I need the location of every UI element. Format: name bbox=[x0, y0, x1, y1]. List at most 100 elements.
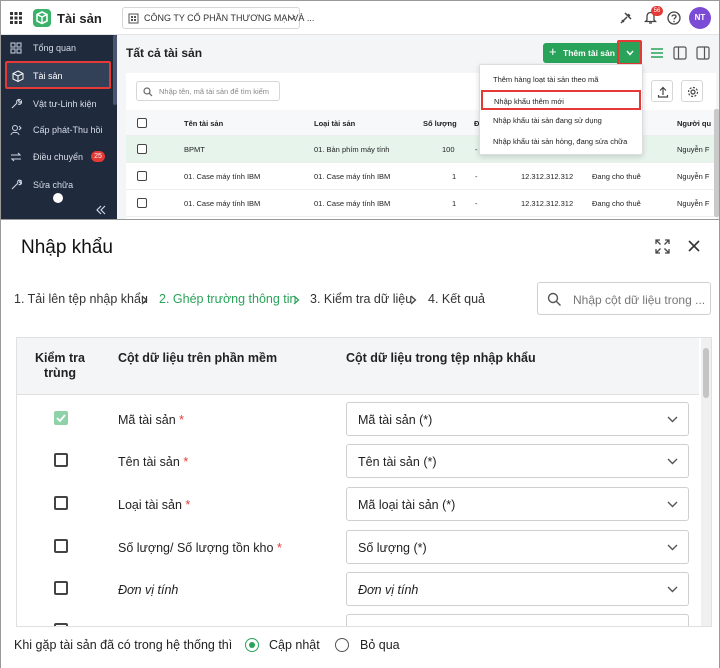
company-selector[interactable]: CÔNG TY CỔ PHẦN THƯƠNG MẠI VÀ ... bbox=[122, 7, 314, 29]
duplicate-check-checkbox[interactable] bbox=[54, 411, 68, 425]
select-all-checkbox[interactable] bbox=[137, 118, 147, 128]
mapping-row-partial bbox=[17, 611, 699, 626]
mapping-row: Số lượng/ Số lượng tồn kho * Số lượng (*… bbox=[17, 527, 699, 570]
table-scrollbar[interactable] bbox=[714, 109, 719, 217]
file-column-select[interactable]: Mã loại tài sản (*) bbox=[346, 487, 689, 521]
sidebar-item-transfer[interactable]: Điều chuyển 25 bbox=[1, 146, 117, 168]
help-icon[interactable] bbox=[667, 11, 681, 25]
chevron-right-icon bbox=[410, 295, 417, 305]
mapping-row: Loại tài sản * Mã loại tài sản (*) bbox=[17, 484, 699, 527]
selected-column: Mã loại tài sản (*) bbox=[358, 498, 456, 512]
scrollbar-thumb[interactable] bbox=[703, 348, 709, 398]
chevron-down-icon bbox=[667, 501, 678, 508]
sidebar: Tổng quan Tài sản Vật tư-Linh kiện Cấp p… bbox=[1, 35, 117, 219]
duplicate-check-checkbox[interactable] bbox=[54, 623, 68, 626]
duplicate-check-checkbox[interactable] bbox=[54, 496, 68, 510]
selected-column: Đơn vị tính bbox=[358, 583, 419, 597]
mapping-scrollbar[interactable] bbox=[701, 338, 711, 626]
mapping-row: Đơn vị tính Đơn vị tính bbox=[17, 569, 699, 612]
update-radio[interactable] bbox=[245, 638, 259, 652]
asset-name: BPMT bbox=[184, 145, 205, 154]
import-dialog: Nhập khẩu 1. Tải lên tệp nhập khẩu 2. Gh… bbox=[0, 220, 720, 668]
search-icon bbox=[143, 87, 153, 97]
export-button[interactable] bbox=[651, 80, 673, 102]
chevron-down-icon bbox=[667, 586, 678, 593]
user-transfer-icon bbox=[10, 125, 22, 136]
menu-item-import-broken[interactable]: Nhập khẩu tài sản hỏng, đang sửa chữa bbox=[480, 131, 642, 151]
row-checkbox[interactable] bbox=[137, 144, 147, 154]
asset-owner: Nguyễn F bbox=[677, 172, 710, 181]
sidebar-item-label: Tổng quan bbox=[33, 43, 77, 53]
add-asset-button[interactable]: + Thêm tài sản bbox=[543, 43, 617, 63]
expand-icon[interactable] bbox=[655, 239, 670, 254]
split-view-icon[interactable] bbox=[672, 45, 688, 61]
apps-grid-icon[interactable] bbox=[10, 12, 22, 24]
step-map-fields[interactable]: 2. Ghép trường thông tin bbox=[159, 292, 296, 306]
column-search-input[interactable]: Nhập cột dữ liệu trong ... bbox=[537, 282, 711, 315]
asset-col4: - bbox=[475, 172, 478, 181]
gear-icon bbox=[687, 86, 699, 98]
checkmark-icon bbox=[56, 414, 66, 422]
sidebar-item-assets[interactable]: Tài sản bbox=[5, 61, 111, 89]
tools-icon[interactable] bbox=[619, 11, 633, 25]
mapping-header-row: Kiểm tra trùng Cột dữ liệu trên phần mềm… bbox=[17, 338, 699, 395]
column-header[interactable]: Tên tài sản bbox=[184, 119, 223, 128]
collapse-sidebar-icon[interactable] bbox=[95, 205, 107, 215]
file-column-select[interactable] bbox=[346, 614, 689, 626]
header-file-column: Cột dữ liệu trong tệp nhập khẩu bbox=[346, 351, 536, 365]
duplicate-check-checkbox[interactable] bbox=[54, 539, 68, 553]
chevron-down-icon bbox=[667, 416, 678, 423]
step-upload[interactable]: 1. Tải lên tệp nhập khẩu bbox=[14, 292, 148, 306]
duplicate-handling-question: Khi gặp tài sản đã có trong hệ thống thì bbox=[14, 638, 233, 652]
wrench-icon bbox=[11, 98, 22, 109]
sidebar-item-materials[interactable]: Vật tư-Linh kiện bbox=[1, 93, 117, 115]
file-column-select[interactable]: Đơn vị tính bbox=[346, 572, 689, 606]
row-checkbox[interactable] bbox=[137, 171, 147, 181]
asset-name: 01. Case máy tính IBM bbox=[184, 172, 261, 181]
panel-view-icon[interactable] bbox=[695, 45, 711, 61]
row-checkbox[interactable] bbox=[137, 198, 147, 208]
table-row[interactable]: 01. Case máy tính IBM 01. Case máy tính … bbox=[126, 163, 716, 190]
column-header[interactable]: Người qu bbox=[677, 119, 716, 128]
chevron-right-icon bbox=[141, 295, 148, 305]
list-view-icon[interactable] bbox=[649, 45, 665, 61]
sidebar-scrollbar[interactable] bbox=[113, 35, 117, 105]
header-software-column: Cột dữ liệu trên phần mềm bbox=[118, 351, 278, 365]
duplicate-check-checkbox[interactable] bbox=[54, 581, 68, 595]
app-logo-icon bbox=[33, 9, 51, 27]
menu-item-import-in-use[interactable]: Nhập khẩu tài sản đang sử dụng bbox=[480, 110, 642, 130]
add-options-dropdown-button[interactable] bbox=[617, 40, 642, 65]
sidebar-item-label: Tài sản bbox=[33, 71, 63, 81]
asset-value: 12.312.312.312 bbox=[521, 199, 574, 208]
duplicate-check-checkbox[interactable] bbox=[54, 453, 68, 467]
file-column-select[interactable]: Tên tài sản (*) bbox=[346, 444, 689, 478]
sidebar-item-allocation[interactable]: Cấp phát-Thu hồi bbox=[1, 119, 117, 141]
settings-button[interactable] bbox=[681, 80, 703, 102]
table-row[interactable]: 01. Case máy tính IBM 01. Case máy tính … bbox=[126, 190, 716, 217]
search-placeholder: Nhập tên, mã tài sản để tìm kiếm bbox=[159, 87, 270, 96]
header-check-duplicate: Kiểm tra trùng bbox=[34, 351, 86, 380]
asset-search-input[interactable]: Nhập tên, mã tài sản để tìm kiếm bbox=[136, 81, 280, 101]
menu-item-bulk-add[interactable]: Thêm hàng loạt tài sản theo mã bbox=[480, 69, 642, 89]
skip-radio[interactable] bbox=[335, 638, 349, 652]
column-header[interactable]: Số lượng bbox=[423, 119, 457, 128]
skip-radio-label[interactable]: Bỏ qua bbox=[360, 638, 400, 652]
sidebar-item-label: Cấp phát-Thu hồi bbox=[33, 125, 103, 135]
page-title: Tất cả tài sản bbox=[126, 46, 203, 60]
plus-icon: + bbox=[549, 44, 557, 59]
asset-qty: 100 bbox=[442, 145, 455, 154]
close-icon[interactable] bbox=[687, 239, 701, 253]
selected-column: Mã tài sản (*) bbox=[358, 413, 433, 427]
sidebar-item-overview[interactable]: Tổng quan bbox=[1, 37, 117, 59]
sidebar-scroll-dot bbox=[53, 193, 63, 203]
cube-icon bbox=[12, 70, 24, 82]
file-column-select[interactable]: Mã tài sản (*) bbox=[346, 402, 689, 436]
menu-item-import-new[interactable]: Nhập khẩu thêm mới bbox=[481, 90, 641, 110]
step-validate[interactable]: 3. Kiểm tra dữ liệu bbox=[310, 292, 412, 306]
upload-icon bbox=[657, 86, 669, 98]
step-result[interactable]: 4. Kết quả bbox=[428, 292, 485, 306]
update-radio-label[interactable]: Cập nhật bbox=[269, 638, 320, 652]
column-header[interactable]: Loại tài sản bbox=[314, 119, 355, 128]
file-column-select[interactable]: Số lượng (*) bbox=[346, 530, 689, 564]
avatar[interactable]: NT bbox=[689, 7, 711, 29]
